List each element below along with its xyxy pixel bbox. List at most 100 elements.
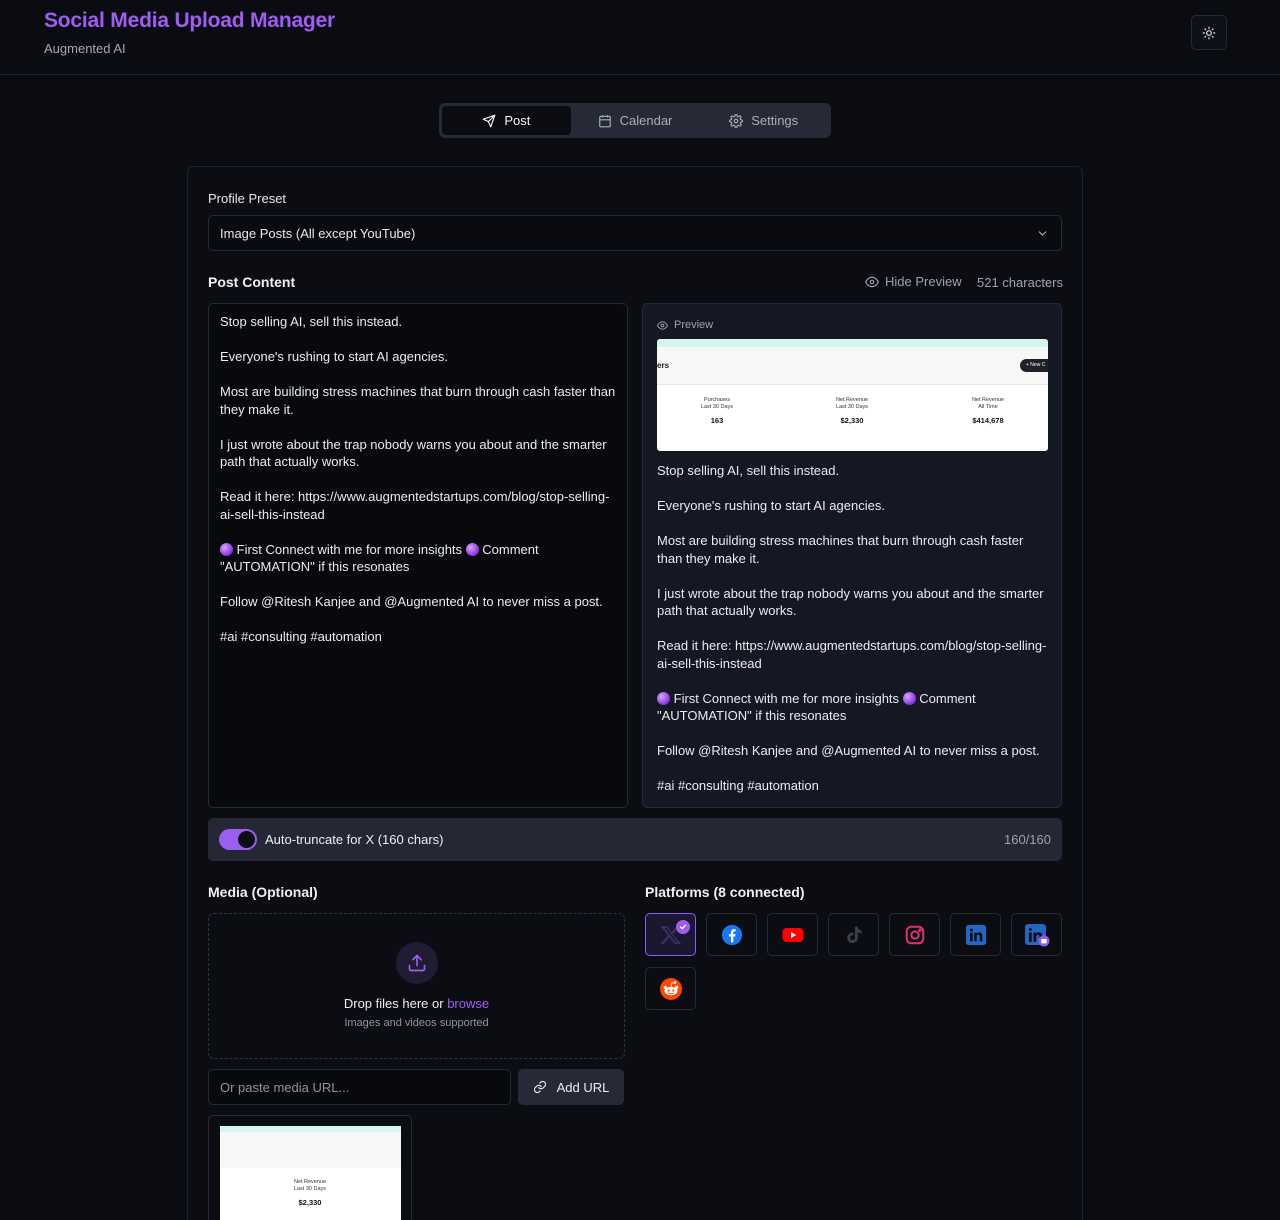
- platform-linkedin-page[interactable]: [1011, 913, 1062, 956]
- tab-post[interactable]: Post: [442, 106, 571, 135]
- tab-settings-label: Settings: [751, 113, 799, 128]
- calendar-icon: [598, 114, 611, 127]
- chevron-down-icon: [1038, 231, 1047, 236]
- app-subtitle: Augmented AI: [44, 41, 126, 56]
- platforms-title: Platforms (8 connected): [645, 884, 805, 900]
- main-tabs: Post Calendar Settings: [439, 103, 831, 138]
- add-url-label: Add URL: [556, 1079, 610, 1095]
- stat-line: Last 30 Days: [835, 404, 869, 410]
- preview-paragraph: #ai #consulting #automation: [657, 778, 819, 793]
- profile-preset-label: Profile Preset: [208, 191, 287, 206]
- platform-facebook[interactable]: [706, 913, 757, 956]
- drop-text-main: Drop files here or: [343, 996, 444, 1011]
- purple-circle-icon: [220, 542, 233, 556]
- media-thumbnail[interactable]: Net Revenue Last 30 Days $2,330: [208, 1115, 412, 1220]
- stat-value: $2,330: [840, 416, 864, 425]
- preview-paragraph-text: First Connect with me for more insights: [673, 690, 900, 706]
- stat-line: All Time: [978, 404, 998, 410]
- thumb-stat: Net Revenue Last 30 Days $2,330: [250, 1179, 370, 1207]
- instagram-icon: [905, 925, 924, 944]
- platform-linkedin[interactable]: [950, 913, 1001, 956]
- media-title: Media (Optional): [208, 884, 318, 900]
- preview-paragraph: First Connect with me for more insights …: [657, 690, 1049, 725]
- media-dropzone[interactable]: Drop files here or browse Images and vid…: [208, 913, 625, 1059]
- theme-toggle-button[interactable]: [1191, 15, 1227, 50]
- platform-youtube[interactable]: [767, 913, 818, 956]
- add-url-button[interactable]: Add URL: [518, 1069, 624, 1105]
- preview-label: Preview: [657, 319, 713, 331]
- post-content-title: Post Content: [208, 274, 296, 290]
- preview-label-text: Preview: [674, 319, 714, 331]
- preview-image-topbar: [657, 339, 1048, 347]
- post-paragraph: Stop selling AI, sell this instead.: [220, 314, 403, 329]
- purple-circle-icon: [465, 542, 479, 556]
- media-thumbnail-image: Net Revenue Last 30 Days $2,330: [220, 1126, 401, 1220]
- check-icon: [676, 920, 690, 934]
- post-content-textarea[interactable]: Stop selling AI, sell this instead. Every…: [208, 303, 628, 808]
- linkedin-company-icon: [1024, 923, 1049, 946]
- post-paragraph: Most are building stress machines that b…: [220, 384, 619, 417]
- profile-preset-select[interactable]: Image Posts (All except YouTube): [208, 215, 1062, 251]
- stat-line: Net Revenue: [971, 397, 1005, 403]
- post-paragraph: I just wrote about the trap nobody warns…: [220, 436, 611, 470]
- preview-paragraph: Read it here: https://www.augmentedstart…: [657, 638, 1047, 671]
- preview-paragraph: Follow @Ritesh Kanjee and @Augmented AI …: [657, 743, 1040, 758]
- gear-icon: [729, 113, 744, 128]
- toggle-knob: [238, 831, 255, 848]
- app-title: Social Media Upload Manager: [44, 9, 335, 32]
- preview-image-header: [657, 347, 1048, 385]
- preview-image: ers + New C Purchases Last 30 Days 163 N…: [657, 339, 1048, 451]
- tab-calendar-label: Calendar: [619, 113, 673, 128]
- stat-line: Net Revenue: [835, 397, 869, 403]
- stat-line: Last 30 Days: [700, 404, 734, 410]
- truncate-count: 160/160: [1004, 832, 1051, 847]
- preview-panel: Preview ers + New C Purchases Last 30 Da…: [642, 303, 1062, 808]
- preview-stat: Purchases Last 30 Days 163: [657, 397, 777, 425]
- hide-preview-button[interactable]: Hide Preview: [865, 274, 962, 289]
- platform-reddit[interactable]: [645, 967, 696, 1010]
- auto-truncate-label: Auto-truncate for X (160 chars): [265, 832, 444, 847]
- preview-image-new-button: + New C: [1020, 359, 1048, 372]
- eye-icon: [657, 320, 668, 330]
- stat-line: Last 30 Days: [293, 1186, 327, 1192]
- purple-circle-icon: [657, 691, 670, 705]
- stat-value: $2,330: [298, 1198, 322, 1207]
- preview-paragraph: I just wrote about the trap nobody warns…: [657, 585, 1048, 619]
- drop-subtext: Images and videos supported: [344, 1017, 489, 1029]
- hide-preview-label: Hide Preview: [885, 274, 962, 289]
- eye-icon: [865, 276, 879, 287]
- post-paragraph: First Connect with me for more insights …: [220, 541, 616, 576]
- linkedin-icon: [965, 924, 986, 945]
- link-icon: [533, 1080, 546, 1094]
- upload-icon-wrap: [396, 942, 438, 984]
- preview-paragraph: Most are building stress machines that b…: [657, 533, 1027, 566]
- platform-x[interactable]: [645, 913, 696, 956]
- tiktok-icon: [846, 926, 861, 943]
- browse-link[interactable]: browse: [447, 996, 489, 1011]
- stat-line: Purchases: [704, 397, 730, 403]
- post-paragraph: Follow @Ritesh Kanjee and @Augmented AI …: [220, 594, 603, 609]
- youtube-icon: [782, 927, 803, 942]
- stat-value: $414,678: [972, 416, 1004, 425]
- character-count: 521 characters: [977, 275, 1063, 290]
- purple-circle-icon: [902, 691, 916, 705]
- upload-icon: [408, 954, 426, 972]
- platform-instagram[interactable]: [889, 913, 940, 956]
- auto-truncate-bar: Auto-truncate for X (160 chars) 160/160: [208, 818, 1062, 861]
- platform-tiktok[interactable]: [828, 913, 879, 956]
- media-url-input[interactable]: [208, 1069, 511, 1105]
- post-paragraph-text: First Connect with me for more insights: [236, 541, 463, 557]
- preview-stat: Net Revenue All Time $414,678: [928, 397, 1048, 425]
- sun-icon: [1202, 26, 1216, 39]
- preview-paragraph: Stop selling AI, sell this instead.: [657, 463, 840, 478]
- auto-truncate-toggle[interactable]: [219, 829, 257, 850]
- tab-settings[interactable]: Settings: [699, 106, 828, 135]
- facebook-icon: [721, 924, 742, 945]
- reddit-icon: [659, 977, 682, 1000]
- preview-text: Stop selling AI, sell this instead. Every…: [657, 462, 1049, 795]
- post-paragraph: Everyone's rushing to start AI agencies.: [220, 349, 448, 364]
- tab-calendar[interactable]: Calendar: [571, 106, 700, 135]
- post-paragraph: #ai #consulting #automation: [220, 629, 382, 644]
- app-header: Social Media Upload Manager Augmented AI: [0, 0, 1280, 75]
- preview-stat: Net Revenue Last 30 Days $2,330: [792, 397, 912, 425]
